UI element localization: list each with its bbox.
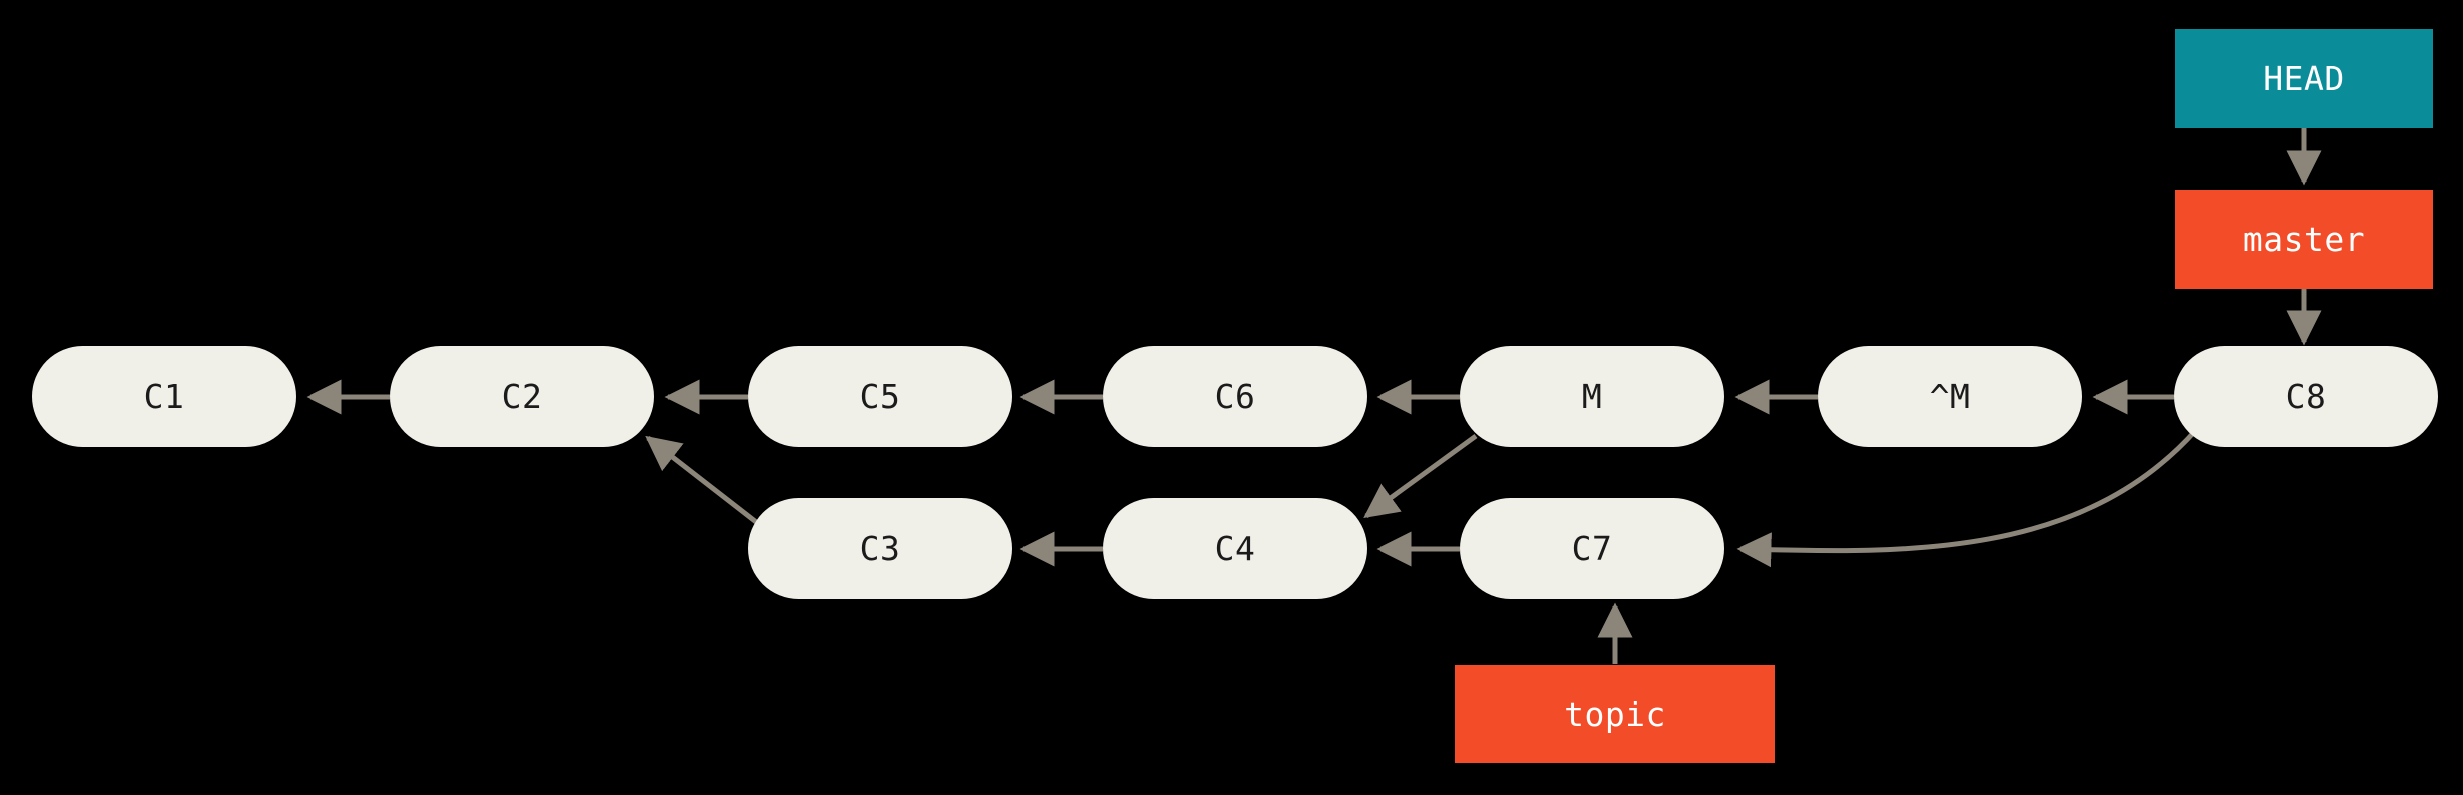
commit-label: C5 xyxy=(859,377,901,416)
commit-label: C7 xyxy=(1571,529,1613,568)
commit-label: C4 xyxy=(1214,529,1256,568)
commit-node-c1[interactable]: C1 xyxy=(32,346,296,447)
commit-node-c3[interactable]: C3 xyxy=(748,498,1012,599)
commit-node-c4[interactable]: C4 xyxy=(1103,498,1367,599)
commit-node-c2[interactable]: C2 xyxy=(390,346,654,447)
commit-node-c6[interactable]: C6 xyxy=(1103,346,1367,447)
commit-node-c7[interactable]: C7 xyxy=(1460,498,1724,599)
edge-c3-c2 xyxy=(645,435,762,527)
ref-node-master[interactable]: master xyxy=(2175,190,2433,289)
ref-node-head[interactable]: HEAD xyxy=(2175,29,2433,128)
commit-label: C3 xyxy=(859,529,901,568)
commit-label: C1 xyxy=(143,377,185,416)
commit-node-caret-m[interactable]: ^M xyxy=(1818,346,2082,447)
commit-label: C8 xyxy=(2285,377,2327,416)
commit-label: C2 xyxy=(501,377,543,416)
commit-node-m[interactable]: M xyxy=(1460,346,1724,447)
commit-label: C6 xyxy=(1214,377,1256,416)
ref-node-topic[interactable]: topic xyxy=(1455,665,1775,763)
commit-label: M xyxy=(1581,377,1603,416)
commit-label: ^M xyxy=(1929,377,1971,416)
commit-node-c8[interactable]: C8 xyxy=(2174,346,2438,447)
edge-c8-c7 xyxy=(1736,428,2198,568)
ref-label: topic xyxy=(1564,694,1666,734)
commit-node-c5[interactable]: C5 xyxy=(748,346,1012,447)
ref-label: master xyxy=(2242,220,2366,259)
ref-label: HEAD xyxy=(2263,59,2345,98)
edge-m-c4 xyxy=(1363,433,1478,519)
git-graph-canvas: C1 C2 C5 C6 M ^M C8 C3 C4 C7 HEAD master… xyxy=(0,0,2463,795)
